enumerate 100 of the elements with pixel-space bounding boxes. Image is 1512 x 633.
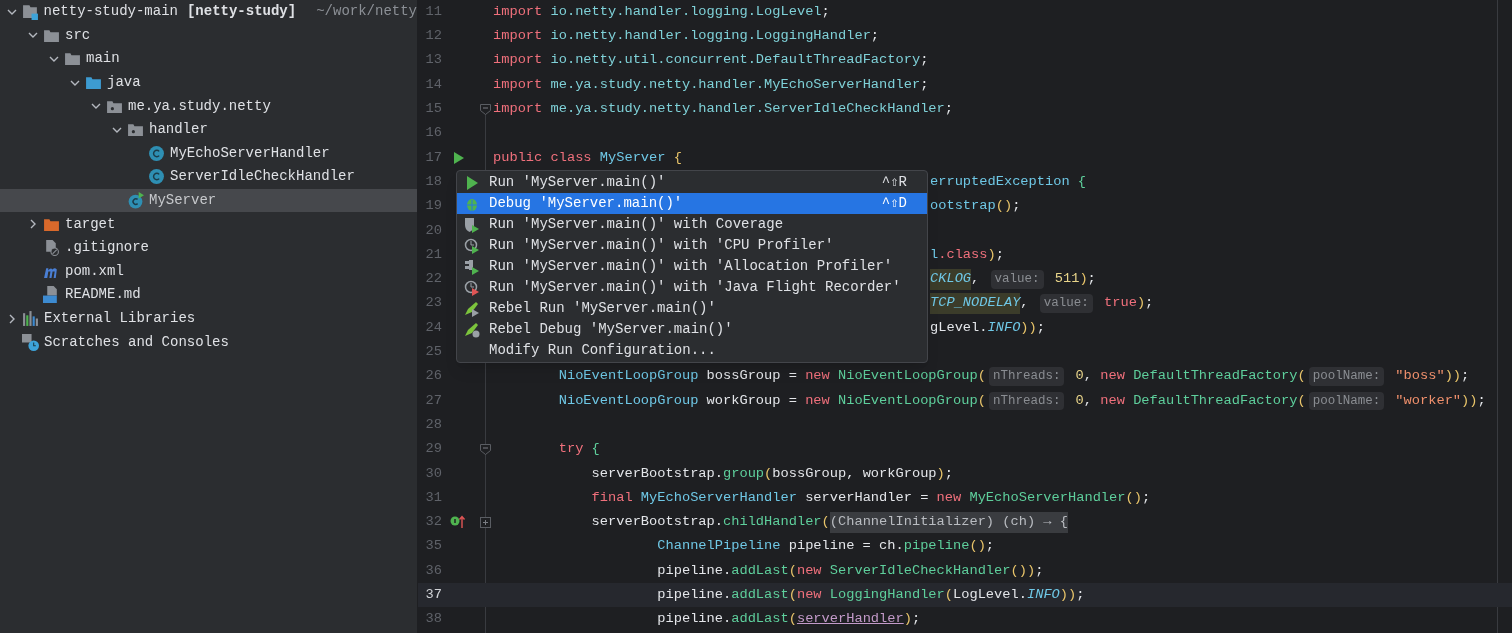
menu-item[interactable]: Debug 'MyServer.main()' ^⇧D xyxy=(457,193,927,214)
code-token: .class xyxy=(938,245,988,264)
code-token: ; xyxy=(1461,367,1470,386)
tree-label: External Libraries xyxy=(44,309,196,328)
tree-row[interactable]: me.ya.study.netty xyxy=(0,94,417,118)
ignore-file-icon xyxy=(43,239,60,257)
fold-icon[interactable] xyxy=(480,104,491,116)
tree-row[interactable]: MyEchoServerHandler xyxy=(0,141,417,166)
line-number: 24 xyxy=(424,318,442,337)
code-token: ( xyxy=(788,610,797,629)
code-token: ) xyxy=(1079,270,1088,289)
code-token: ; xyxy=(920,75,929,94)
menu-label: Debug 'MyServer.main()' xyxy=(489,194,684,213)
line-number: 37 xyxy=(424,586,442,604)
code-token: 511 xyxy=(1053,270,1080,289)
menu-label: Run 'MyServer.main()' with 'Java Flight Recorder' xyxy=(489,278,902,297)
code-token: () xyxy=(969,537,986,556)
code-token: l xyxy=(930,245,939,264)
code-token: import xyxy=(493,51,543,70)
menu-item[interactable]: Modify Run Configuration... xyxy=(457,340,927,361)
code-token: ( xyxy=(1297,391,1306,410)
code-token: ( xyxy=(788,586,797,604)
expand-icon[interactable] xyxy=(480,517,491,529)
profiler-clock-icon xyxy=(464,237,480,254)
code-token: INFO xyxy=(987,318,1021,337)
menu-item[interactable]: Run 'MyServer.main()' with 'CPU Profiler' xyxy=(457,235,927,256)
menu-item[interactable]: Rebel Run 'MyServer.main()' xyxy=(457,298,927,319)
code-token: LogLevel. xyxy=(953,586,1027,604)
code-token: new xyxy=(1100,367,1125,386)
code-token: new xyxy=(805,391,830,410)
code-token: pipeline. xyxy=(656,610,732,629)
code-token: true xyxy=(1103,294,1137,313)
line-number: 22 xyxy=(424,270,442,289)
code-token: ; xyxy=(920,51,929,70)
tree-row[interactable]: ServerIdleCheckHandler xyxy=(0,165,417,189)
code-token: "worker" xyxy=(1394,391,1462,410)
fold-icon[interactable] xyxy=(480,444,491,456)
tree-row[interactable]: java xyxy=(0,70,417,95)
code-token: ( xyxy=(944,586,953,604)
line-number: 15 xyxy=(424,100,442,119)
code-token: erruptedException xyxy=(930,172,1070,191)
menu-item[interactable]: Run 'MyServer.main()' ^⇧R xyxy=(457,172,927,193)
code-token: serverBootstrap. xyxy=(590,464,723,483)
line-number: 21 xyxy=(424,245,442,264)
tree-label: .gitignore xyxy=(65,238,149,258)
menu-label: Run 'MyServer.main()' with Coverage xyxy=(489,215,785,234)
code-token: me.ya.study.netty.handler.ServerIdleCheckHandler xyxy=(549,100,945,119)
tree-row[interactable]: README.md xyxy=(0,283,417,307)
code-token: ; xyxy=(995,245,1004,264)
tree-label: handler xyxy=(149,120,208,140)
code-token: MyServer xyxy=(598,148,666,167)
tree-label: MyEchoServerHandler xyxy=(170,143,330,163)
code-token: ChannelPipeline xyxy=(656,537,781,556)
tree-row[interactable]: Scratches and Consoles xyxy=(0,330,417,354)
tree-row[interactable]: MyServer xyxy=(0,188,417,213)
tree-row[interactable]: .gitignore xyxy=(0,235,417,260)
folder-icon xyxy=(85,74,102,92)
package-folder-icon xyxy=(127,121,144,139)
run-icon[interactable] xyxy=(454,151,464,164)
code-token: ) xyxy=(1136,294,1146,313)
parameter-hint: nThreads: xyxy=(988,391,1065,411)
menu-item[interactable]: Run 'MyServer.main()' with Coverage xyxy=(457,214,927,235)
tree-row[interactable]: External Libraries xyxy=(0,306,417,331)
line-number: 36 xyxy=(424,561,442,580)
code-token: NioEventLoopGroup xyxy=(837,367,978,386)
runnable-class-icon xyxy=(127,192,144,210)
menu-item[interactable]: Rebel Debug 'MyServer.main()' xyxy=(457,319,927,340)
code-token: LoggingHandler xyxy=(828,586,945,604)
code-token: ; xyxy=(1141,488,1151,507)
tree-row[interactable]: target xyxy=(0,212,417,236)
code-token: bossGroup, workGroup xyxy=(772,464,937,483)
code-token: ; xyxy=(911,610,921,629)
line-number: 17 xyxy=(424,148,442,167)
shortcut-text: ^⇧R xyxy=(881,173,907,192)
code-token: public class xyxy=(493,148,592,167)
code-token: addLast xyxy=(731,561,789,580)
tree-row[interactable]: netty-study-main [netty-study] ~/work/netty xyxy=(0,0,417,24)
menu-item[interactable]: Run 'MyServer.main()' with 'Allocation Profiler' xyxy=(457,256,927,277)
coverage-shield-icon xyxy=(464,216,480,233)
tree-row[interactable]: main xyxy=(0,47,417,71)
line-number: 38 xyxy=(424,610,442,629)
menu-label: Run 'MyServer.main()' with 'Allocation Profiler' xyxy=(489,257,894,276)
implements-icon[interactable] xyxy=(450,515,466,529)
tree-row[interactable]: src xyxy=(0,23,417,48)
class-icon xyxy=(148,168,165,186)
code-token: ) xyxy=(987,245,996,264)
menu-label: Rebel Run 'MyServer.main()' xyxy=(489,299,717,318)
tree-row[interactable]: pom.xml xyxy=(0,259,417,284)
parameter-hint: nThreads: xyxy=(988,367,1065,386)
code-token: pipeline. xyxy=(656,586,732,604)
line-number: 20 xyxy=(424,221,442,240)
tree-label: java xyxy=(107,73,141,93)
folded-code: (ChannelInitializer) (ch) → { xyxy=(829,512,1068,533)
menu-item[interactable]: Run 'MyServer.main()' with 'Java Flight Recorder' xyxy=(457,277,927,298)
code-token: , xyxy=(1083,391,1094,410)
code-token: import xyxy=(493,100,543,119)
code-token: () xyxy=(1125,488,1142,507)
tree-row[interactable]: handler xyxy=(0,117,417,142)
run-icon xyxy=(464,174,480,191)
code-token: { xyxy=(590,440,600,459)
